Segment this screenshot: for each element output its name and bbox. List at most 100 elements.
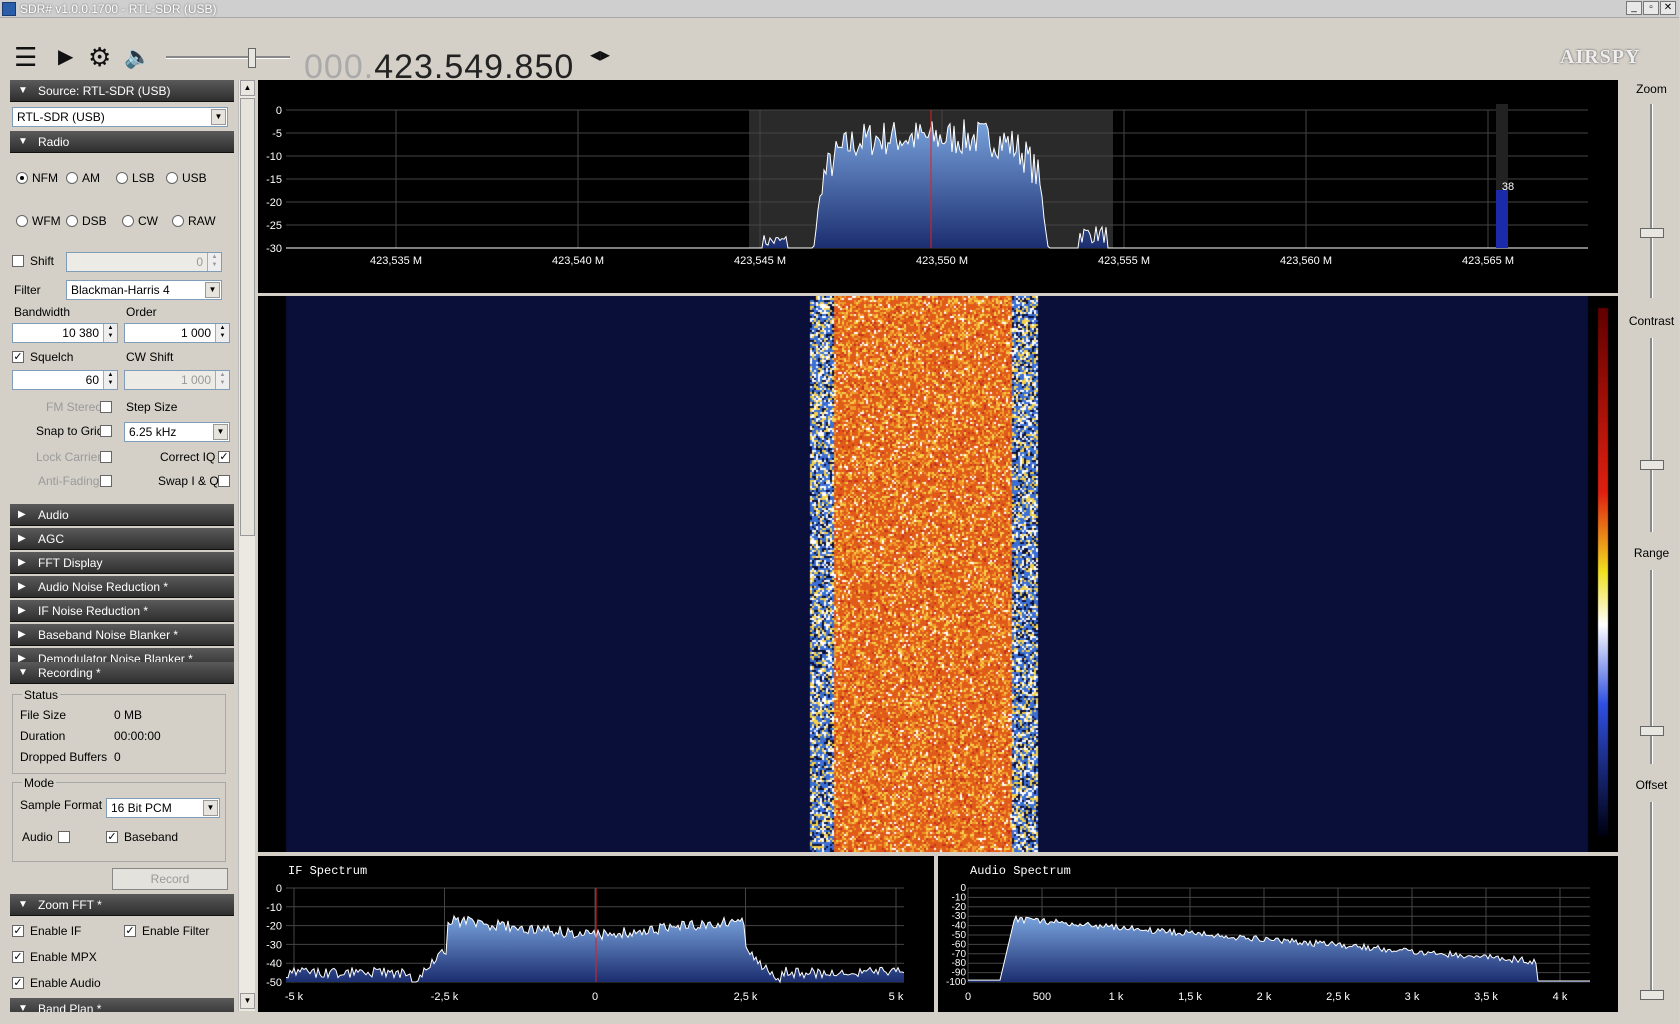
sample-format-select[interactable]: 16 Bit PCM ▼ xyxy=(106,798,220,818)
gear-icon[interactable]: ⚙ xyxy=(88,42,111,72)
contrast-slider[interactable] xyxy=(1650,338,1653,532)
mode-radio-am[interactable] xyxy=(66,172,78,184)
mode-radio-lsb[interactable] xyxy=(116,172,128,184)
spin-arrows-icon[interactable]: ▲ ▼ xyxy=(103,371,117,389)
swap-iq-checkbox[interactable] xyxy=(218,475,230,487)
spectrum-panel[interactable]: 0 -5 -10 -15 -20 -25 -30 423,535 M 423,540 M 423,… xyxy=(258,80,1618,293)
section-header-fft-display[interactable]: ▶ FFT Display xyxy=(10,552,234,574)
mode-radio-raw[interactable] xyxy=(172,215,184,227)
band-plan-header-label: Band Plan * xyxy=(38,1002,102,1012)
audio-record-label: Audio xyxy=(22,830,53,844)
bandwidth-input[interactable]: 10 380 ▲ ▼ xyxy=(12,323,118,343)
section-header-audio-noise-reduction[interactable]: ▶ Audio Noise Reduction * xyxy=(10,576,234,598)
section-header-label: AGC xyxy=(38,532,65,546)
correct-iq-checkbox[interactable]: ✓ xyxy=(218,451,230,463)
left-panel-scrollbar[interactable]: ▲ ▼ xyxy=(238,80,255,1011)
if-spectrum-panel[interactable]: IF Spectrum 0 -10 -20 -30 -40 -50 -5 k -2,5 k02… xyxy=(258,856,934,1012)
mode-radio-dsb[interactable] xyxy=(66,215,78,227)
spin-arrows-icon[interactable]: ▲ ▼ xyxy=(215,324,229,342)
offset-slider-thumb[interactable] xyxy=(1640,990,1664,1000)
section-header-audio[interactable]: ▶ Audio xyxy=(10,504,234,526)
squelch-value: 60 xyxy=(85,373,99,387)
enable-filter-checkbox[interactable]: ✓ xyxy=(124,925,136,937)
dropdown-arrow-icon: ▼ xyxy=(203,800,218,816)
spectrum-plot[interactable]: 0 -5 -10 -15 -20 -25 -30 423,535 M 423,540 M 423,… xyxy=(258,80,1618,293)
enable-mpx-checkbox[interactable]: ✓ xyxy=(12,951,24,963)
bandwidth-label: Bandwidth xyxy=(14,305,71,319)
recording-header[interactable]: ▼ Recording * xyxy=(10,662,234,684)
y-tick-label: -100 xyxy=(946,977,966,988)
minimize-button[interactable]: _ xyxy=(1626,1,1642,15)
right-panel: Zoom Contrast Range Offset xyxy=(1624,80,1679,1012)
enable-audio-checkbox[interactable]: ✓ xyxy=(12,977,24,989)
play-icon[interactable]: ▶ xyxy=(58,42,73,72)
radio-header-label: Radio xyxy=(38,135,70,149)
maximize-button[interactable]: ▫ xyxy=(1643,1,1659,15)
lock-carrier-checkbox[interactable] xyxy=(100,451,112,463)
mode-radio-wfm[interactable] xyxy=(16,215,28,227)
spin-arrows-icon[interactable]: ▲ ▼ xyxy=(207,253,221,271)
cw-shift-input[interactable]: 1 000 ▲ ▼ xyxy=(124,370,230,390)
contrast-slider-thumb[interactable] xyxy=(1640,460,1664,470)
duration-label: Duration xyxy=(20,729,66,743)
speaker-icon[interactable]: 🔈 xyxy=(124,42,151,72)
source-select[interactable]: RTL-SDR (USB) ▼ xyxy=(12,107,228,127)
squelch-checkbox[interactable]: ✓ xyxy=(12,351,24,363)
mode-label-lsb: LSB xyxy=(132,171,155,185)
scroll-down-icon[interactable]: ▼ xyxy=(240,993,255,1009)
x-tick-label: 3,5 k xyxy=(1474,991,1498,1003)
y-tick-label: -5 xyxy=(272,128,282,140)
level-readout: 38 xyxy=(1502,181,1514,193)
tuning-arrows-icon[interactable]: ◂▸ xyxy=(590,40,610,70)
close-button[interactable]: ✕ xyxy=(1660,1,1676,15)
filter-select[interactable]: Blackman-Harris 4 ▼ xyxy=(66,280,222,300)
audio-record-checkbox[interactable] xyxy=(58,831,70,843)
section-header-agc[interactable]: ▶ AGC xyxy=(10,528,234,550)
step-size-select[interactable]: 6.25 kHz ▼ xyxy=(124,422,230,442)
x-tick-label: 500 xyxy=(1033,991,1051,1003)
zoom-fft-header[interactable]: ▼ Zoom FFT * xyxy=(10,894,234,916)
mode-radio-cw[interactable] xyxy=(122,215,134,227)
offset-slider[interactable] xyxy=(1650,802,1653,996)
section-header-baseband-noise-blanker[interactable]: ▶ Baseband Noise Blanker * xyxy=(10,624,234,646)
waterfall-display[interactable] xyxy=(258,296,1618,852)
x-tick-label: 1 k xyxy=(1109,991,1124,1003)
zoom-slider[interactable] xyxy=(1650,104,1653,298)
range-slider-thumb[interactable] xyxy=(1640,726,1664,736)
mode-label-am: AM xyxy=(82,171,100,185)
x-tick-label: 1,5 k xyxy=(1178,991,1202,1003)
anti-fading-checkbox[interactable] xyxy=(100,475,112,487)
baseband-record-checkbox[interactable]: ✓ xyxy=(106,831,118,843)
shift-input[interactable]: 0 ▲ ▼ xyxy=(66,252,222,272)
band-plan-header[interactable]: ▼ Band Plan * xyxy=(10,998,234,1012)
dropdown-arrow-icon: ▼ xyxy=(213,424,228,440)
radio-header[interactable]: ▼ Radio xyxy=(10,131,234,153)
collapse-arrow-icon: ▼ xyxy=(18,667,28,678)
menu-icon[interactable]: ☰ xyxy=(14,42,37,72)
section-header-if-noise-reduction[interactable]: ▶ IF Noise Reduction * xyxy=(10,600,234,622)
spin-arrows-icon[interactable]: ▲ ▼ xyxy=(215,371,229,389)
mode-radio-usb[interactable] xyxy=(166,172,178,184)
record-button[interactable]: Record xyxy=(112,868,228,890)
volume-slider[interactable] xyxy=(166,56,290,59)
snap-to-grid-checkbox[interactable] xyxy=(100,425,112,437)
audio-spectrum-panel[interactable]: Audio Spectrum 0 -10 -20 -30 -40 -50 -60 -70 -80… xyxy=(938,856,1618,1012)
zoom-slider-thumb[interactable] xyxy=(1640,228,1664,238)
squelch-input[interactable]: 60 ▲ ▼ xyxy=(12,370,118,390)
scrollbar-thumb[interactable] xyxy=(240,98,255,536)
volume-slider-thumb[interactable] xyxy=(248,48,256,68)
mode-radio-nfm[interactable] xyxy=(16,172,28,184)
scroll-up-icon[interactable]: ▲ xyxy=(240,80,255,96)
enable-if-checkbox[interactable]: ✓ xyxy=(12,925,24,937)
waterfall-panel[interactable] xyxy=(258,296,1618,852)
order-input[interactable]: 1 000 ▲ ▼ xyxy=(124,323,230,343)
fm-stereo-checkbox[interactable] xyxy=(100,401,112,413)
expand-arrow-icon: ▶ xyxy=(18,533,26,544)
lock-carrier-label: Lock Carrier xyxy=(36,450,102,464)
y-tick-label: 0 xyxy=(276,105,282,117)
source-header[interactable]: ▼ Source: RTL-SDR (USB) xyxy=(10,80,234,102)
app-icon xyxy=(2,2,16,16)
spin-arrows-icon[interactable]: ▲ ▼ xyxy=(103,324,117,342)
shift-checkbox[interactable] xyxy=(12,255,24,267)
shift-value: 0 xyxy=(196,255,203,269)
